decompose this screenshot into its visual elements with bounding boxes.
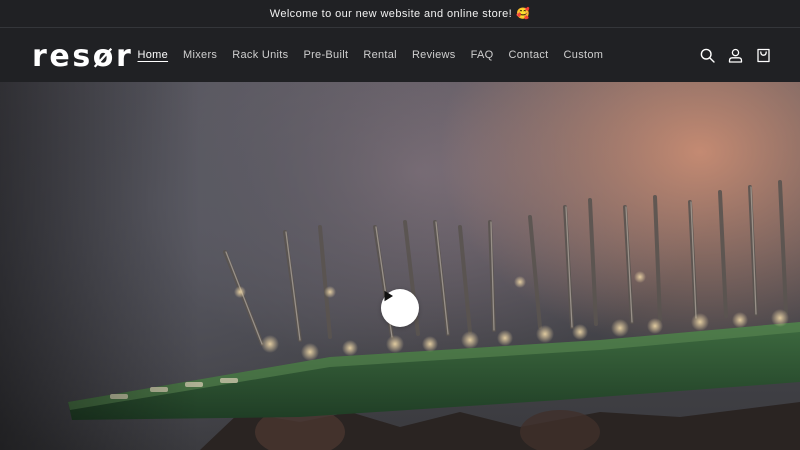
header-icons [699,28,772,82]
nav-item-faq[interactable]: FAQ [463,49,501,61]
nav-item-home[interactable]: Home [130,49,176,61]
account-icon[interactable] [727,47,744,64]
nav-item-custom[interactable]: Custom [556,49,611,61]
site-header: resør Home Mixers Rack Units Pre-Built R… [0,28,800,82]
hero-circuit-board-image [0,82,800,450]
logo[interactable]: resør [32,42,133,72]
nav-item-mixers[interactable]: Mixers [176,49,225,61]
play-icon [384,290,393,302]
cart-icon[interactable] [755,47,772,64]
search-icon[interactable] [699,47,716,64]
nav-item-contact[interactable]: Contact [501,49,556,61]
announcement-text: Welcome to our new website and online st… [269,7,513,20]
nav-item-pre-built[interactable]: Pre-Built [296,49,356,61]
smiling-face-hearts-icon: 🥰 [516,7,531,20]
nav-item-rental[interactable]: Rental [356,49,405,61]
announcement-bar: Welcome to our new website and online st… [0,0,800,28]
main-nav: Home Mixers Rack Units Pre-Built Rental … [130,28,611,82]
play-button[interactable] [381,289,419,327]
hero-video[interactable] [0,82,800,450]
nav-item-rack-units[interactable]: Rack Units [225,49,296,61]
nav-item-reviews[interactable]: Reviews [404,49,463,61]
